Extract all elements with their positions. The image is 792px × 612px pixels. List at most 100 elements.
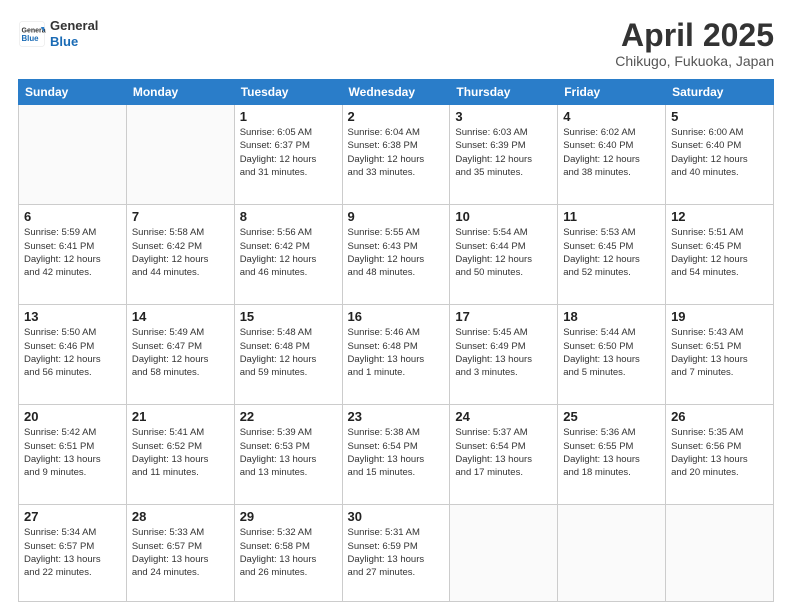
day-of-week-header: Tuesday bbox=[234, 80, 342, 105]
day-number: 9 bbox=[348, 209, 445, 224]
day-of-week-header: Sunday bbox=[19, 80, 127, 105]
calendar-week-row: 1 Sunrise: 6:05 AM Sunset: 6:37 PM Daylig… bbox=[19, 105, 774, 205]
month-title: April 2025 bbox=[615, 18, 774, 53]
calendar-cell: 12 Sunrise: 5:51 AM Sunset: 6:45 PM Dayli… bbox=[666, 205, 774, 305]
day-number: 25 bbox=[563, 409, 660, 424]
calendar-cell: 2 Sunrise: 6:04 AM Sunset: 6:38 PM Daylig… bbox=[342, 105, 450, 205]
calendar-cell: 9Sunrise: 5:55 AM Sunset: 6:43 PM Daylig… bbox=[342, 205, 450, 305]
calendar-cell: 27 Sunrise: 5:34 AM Sunset: 6:57 PM Dayli… bbox=[19, 505, 127, 602]
calendar-cell: 6Sunrise: 5:59 AM Sunset: 6:41 PM Daylig… bbox=[19, 205, 127, 305]
day-of-week-header: Wednesday bbox=[342, 80, 450, 105]
cell-info: Sunrise: 6:02 AM Sunset: 6:40 PM Dayligh… bbox=[563, 126, 660, 179]
day-number: 20 bbox=[24, 409, 121, 424]
cell-info: Sunrise: 6:04 AM Sunset: 6:38 PM Dayligh… bbox=[348, 126, 445, 179]
cell-info: Sunrise: 6:00 AM Sunset: 6:40 PM Dayligh… bbox=[671, 126, 768, 179]
day-of-week-header: Friday bbox=[558, 80, 666, 105]
day-of-week-header: Monday bbox=[126, 80, 234, 105]
calendar-week-row: 20 Sunrise: 5:42 AM Sunset: 6:51 PM Dayli… bbox=[19, 405, 774, 505]
day-number: 19 bbox=[671, 309, 768, 324]
cell-info: Sunrise: 5:43 AM Sunset: 6:51 PM Dayligh… bbox=[671, 326, 768, 379]
cell-info: Sunrise: 5:38 AM Sunset: 6:54 PM Dayligh… bbox=[348, 426, 445, 479]
day-number: 14 bbox=[132, 309, 229, 324]
calendar-header-row: SundayMondayTuesdayWednesdayThursdayFrid… bbox=[19, 80, 774, 105]
cell-info: Sunrise: 5:44 AM Sunset: 6:50 PM Dayligh… bbox=[563, 326, 660, 379]
calendar-cell: 22 Sunrise: 5:39 AM Sunset: 6:53 PM Dayli… bbox=[234, 405, 342, 505]
cell-info: Sunrise: 6:05 AM Sunset: 6:37 PM Dayligh… bbox=[240, 126, 337, 179]
day-number: 1 bbox=[240, 109, 337, 124]
cell-info: Sunrise: 5:31 AM Sunset: 6:59 PM Dayligh… bbox=[348, 526, 445, 579]
calendar-cell: 14Sunrise: 5:49 AM Sunset: 6:47 PM Dayli… bbox=[126, 305, 234, 405]
calendar-cell bbox=[126, 105, 234, 205]
calendar-cell bbox=[558, 505, 666, 602]
day-number: 17 bbox=[455, 309, 552, 324]
cell-info: Sunrise: 5:53 AM Sunset: 6:45 PM Dayligh… bbox=[563, 226, 660, 279]
cell-info: Sunrise: 5:56 AM Sunset: 6:42 PM Dayligh… bbox=[240, 226, 337, 279]
cell-info: Sunrise: 5:50 AM Sunset: 6:46 PM Dayligh… bbox=[24, 326, 121, 379]
cell-info: Sunrise: 5:36 AM Sunset: 6:55 PM Dayligh… bbox=[563, 426, 660, 479]
calendar-cell: 17 Sunrise: 5:45 AM Sunset: 6:49 PM Dayli… bbox=[450, 305, 558, 405]
calendar-cell: 5 Sunrise: 6:00 AM Sunset: 6:40 PM Daylig… bbox=[666, 105, 774, 205]
calendar-cell bbox=[450, 505, 558, 602]
calendar-week-row: 27 Sunrise: 5:34 AM Sunset: 6:57 PM Dayli… bbox=[19, 505, 774, 602]
day-number: 10 bbox=[455, 209, 552, 224]
day-number: 5 bbox=[671, 109, 768, 124]
calendar-cell: 11Sunrise: 5:53 AM Sunset: 6:45 PM Dayli… bbox=[558, 205, 666, 305]
day-number: 24 bbox=[455, 409, 552, 424]
day-number: 22 bbox=[240, 409, 337, 424]
day-number: 23 bbox=[348, 409, 445, 424]
cell-info: Sunrise: 5:59 AM Sunset: 6:41 PM Dayligh… bbox=[24, 226, 121, 279]
cell-info: Sunrise: 5:37 AM Sunset: 6:54 PM Dayligh… bbox=[455, 426, 552, 479]
calendar-week-row: 13 Sunrise: 5:50 AM Sunset: 6:46 PM Dayli… bbox=[19, 305, 774, 405]
cell-info: Sunrise: 5:35 AM Sunset: 6:56 PM Dayligh… bbox=[671, 426, 768, 479]
cell-info: Sunrise: 5:51 AM Sunset: 6:45 PM Dayligh… bbox=[671, 226, 768, 279]
day-number: 26 bbox=[671, 409, 768, 424]
cell-info: Sunrise: 5:34 AM Sunset: 6:57 PM Dayligh… bbox=[24, 526, 121, 579]
cell-info: Sunrise: 5:54 AM Sunset: 6:44 PM Dayligh… bbox=[455, 226, 552, 279]
calendar-cell: 28Sunrise: 5:33 AM Sunset: 6:57 PM Dayli… bbox=[126, 505, 234, 602]
day-number: 7 bbox=[132, 209, 229, 224]
day-number: 28 bbox=[132, 509, 229, 524]
calendar-cell: 25 Sunrise: 5:36 AM Sunset: 6:55 PM Dayli… bbox=[558, 405, 666, 505]
logo-text: General Blue bbox=[50, 18, 98, 49]
calendar-cell: 19 Sunrise: 5:43 AM Sunset: 6:51 PM Dayli… bbox=[666, 305, 774, 405]
calendar-cell bbox=[19, 105, 127, 205]
cell-info: Sunrise: 5:46 AM Sunset: 6:48 PM Dayligh… bbox=[348, 326, 445, 379]
calendar-cell: 10 Sunrise: 5:54 AM Sunset: 6:44 PM Dayli… bbox=[450, 205, 558, 305]
logo-icon: General Blue bbox=[18, 20, 46, 48]
day-number: 8 bbox=[240, 209, 337, 224]
calendar-cell: 3 Sunrise: 6:03 AM Sunset: 6:39 PM Daylig… bbox=[450, 105, 558, 205]
calendar-table: SundayMondayTuesdayWednesdayThursdayFrid… bbox=[18, 79, 774, 602]
cell-info: Sunrise: 5:45 AM Sunset: 6:49 PM Dayligh… bbox=[455, 326, 552, 379]
calendar-cell: 20 Sunrise: 5:42 AM Sunset: 6:51 PM Dayli… bbox=[19, 405, 127, 505]
svg-text:Blue: Blue bbox=[22, 34, 40, 43]
logo: General Blue General Blue bbox=[18, 18, 98, 49]
day-number: 15 bbox=[240, 309, 337, 324]
cell-info: Sunrise: 5:42 AM Sunset: 6:51 PM Dayligh… bbox=[24, 426, 121, 479]
day-number: 12 bbox=[671, 209, 768, 224]
day-number: 3 bbox=[455, 109, 552, 124]
calendar-cell: 7Sunrise: 5:58 AM Sunset: 6:42 PM Daylig… bbox=[126, 205, 234, 305]
title-block: April 2025 Chikugo, Fukuoka, Japan bbox=[615, 18, 774, 69]
calendar-cell: 26 Sunrise: 5:35 AM Sunset: 6:56 PM Dayli… bbox=[666, 405, 774, 505]
location: Chikugo, Fukuoka, Japan bbox=[615, 53, 774, 69]
day-number: 13 bbox=[24, 309, 121, 324]
calendar-cell: 1 Sunrise: 6:05 AM Sunset: 6:37 PM Daylig… bbox=[234, 105, 342, 205]
day-number: 27 bbox=[24, 509, 121, 524]
cell-info: Sunrise: 5:39 AM Sunset: 6:53 PM Dayligh… bbox=[240, 426, 337, 479]
calendar-cell: 21Sunrise: 5:41 AM Sunset: 6:52 PM Dayli… bbox=[126, 405, 234, 505]
cell-info: Sunrise: 6:03 AM Sunset: 6:39 PM Dayligh… bbox=[455, 126, 552, 179]
calendar-cell: 23 Sunrise: 5:38 AM Sunset: 6:54 PM Dayli… bbox=[342, 405, 450, 505]
calendar-cell: 4Sunrise: 6:02 AM Sunset: 6:40 PM Daylig… bbox=[558, 105, 666, 205]
calendar-cell: 15 Sunrise: 5:48 AM Sunset: 6:48 PM Dayli… bbox=[234, 305, 342, 405]
day-number: 16 bbox=[348, 309, 445, 324]
calendar-cell: 8 Sunrise: 5:56 AM Sunset: 6:42 PM Daylig… bbox=[234, 205, 342, 305]
cell-info: Sunrise: 5:48 AM Sunset: 6:48 PM Dayligh… bbox=[240, 326, 337, 379]
day-number: 2 bbox=[348, 109, 445, 124]
calendar-week-row: 6Sunrise: 5:59 AM Sunset: 6:41 PM Daylig… bbox=[19, 205, 774, 305]
calendar-cell: 16 Sunrise: 5:46 AM Sunset: 6:48 PM Dayli… bbox=[342, 305, 450, 405]
calendar-cell: 18Sunrise: 5:44 AM Sunset: 6:50 PM Dayli… bbox=[558, 305, 666, 405]
day-number: 21 bbox=[132, 409, 229, 424]
cell-info: Sunrise: 5:32 AM Sunset: 6:58 PM Dayligh… bbox=[240, 526, 337, 579]
calendar-cell bbox=[666, 505, 774, 602]
day-of-week-header: Saturday bbox=[666, 80, 774, 105]
